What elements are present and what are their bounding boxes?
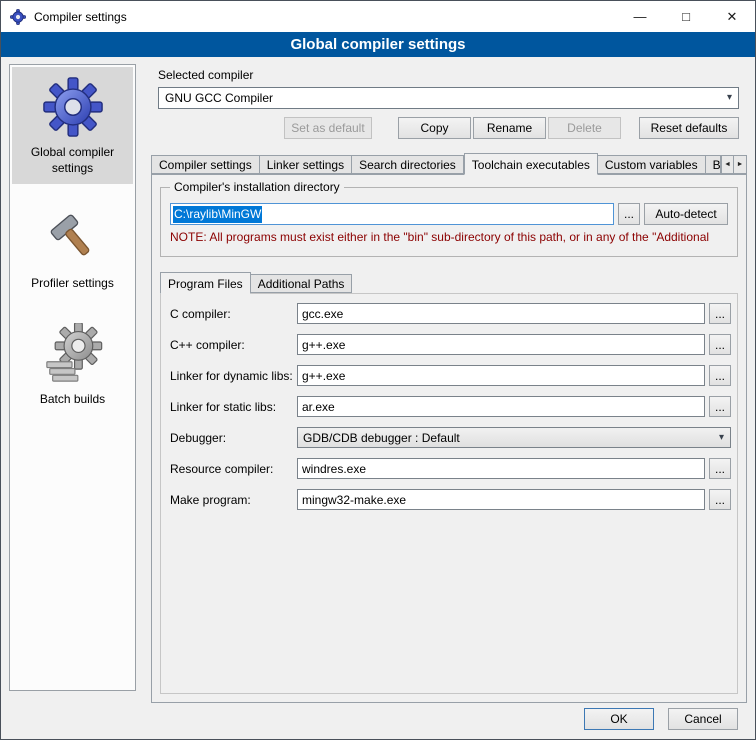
hammer-icon (41, 206, 105, 270)
dialog-header: Global compiler settings (1, 32, 755, 57)
tab-additional-paths[interactable]: Additional Paths (251, 274, 353, 293)
gear-gray-icon (41, 322, 105, 386)
dialog-header-title: Global compiler settings (290, 36, 465, 53)
compiler-select-value: GNU GCC Compiler (165, 91, 273, 105)
field-row-debugger: Debugger: GDB/CDB debugger : Default ▾ (170, 427, 731, 448)
sidebar-item-batch-builds[interactable]: Batch builds (12, 314, 133, 416)
debugger-select-value: GDB/CDB debugger : Default (303, 431, 460, 445)
linker-static-label: Linker for static libs: (170, 400, 297, 414)
field-row-c-compiler: C compiler: ... (170, 303, 731, 324)
field-row-make-program: Make program: ... (170, 489, 731, 510)
install-dir-browse-button[interactable]: ... (618, 203, 640, 225)
app-icon (10, 9, 26, 25)
program-files-pane: C compiler: ... C++ compiler: ... Linker… (160, 293, 738, 694)
tab-build-options[interactable]: Buil (706, 155, 721, 174)
make-program-input[interactable] (297, 489, 705, 510)
sidebar: Global compiler settings Profiler settin… (9, 64, 136, 691)
compiler-select[interactable]: GNU GCC Compiler ▾ (158, 87, 739, 109)
install-dir-note: NOTE: All programs must exist either in … (170, 230, 728, 244)
install-dir-groupbox: Compiler's installation directory C:\ray… (160, 187, 738, 257)
tab-scroll-right-icon[interactable]: ► (734, 155, 747, 174)
settings-tabs: Compiler settings Linker settings Search… (151, 152, 747, 174)
make-program-label: Make program: (170, 493, 297, 507)
titlebar: Compiler settings — □ ✕ (1, 1, 755, 32)
set-as-default-button: Set as default (284, 117, 372, 139)
debugger-select[interactable]: GDB/CDB debugger : Default ▾ (297, 427, 731, 448)
tab-search-directories[interactable]: Search directories (352, 155, 464, 174)
cpp-compiler-input[interactable] (297, 334, 705, 355)
cancel-button[interactable]: Cancel (668, 708, 738, 730)
program-tabs: Program Files Additional Paths (160, 271, 740, 293)
delete-button: Delete (548, 117, 621, 139)
install-dir-input[interactable]: C:\raylib\MinGW (170, 203, 614, 225)
tab-program-files[interactable]: Program Files (160, 272, 251, 294)
linker-dynamic-input[interactable] (297, 365, 705, 386)
tab-compiler-settings[interactable]: Compiler settings (151, 155, 260, 174)
resource-compiler-browse-button[interactable]: ... (709, 458, 731, 479)
sidebar-item-label: Profiler settings (31, 276, 114, 292)
tab-scroll-left-icon[interactable]: ◄ (721, 155, 734, 174)
debugger-label: Debugger: (170, 431, 297, 445)
c-compiler-input[interactable] (297, 303, 705, 324)
sidebar-item-label: Batch builds (40, 392, 105, 408)
compiler-buttons-row: Set as default Copy Rename Delete Reset … (158, 117, 739, 139)
field-row-linker-static: Linker for static libs: ... (170, 396, 731, 417)
reset-defaults-button[interactable]: Reset defaults (639, 117, 739, 139)
main-area: Selected compiler GNU GCC Compiler ▾ Set… (146, 64, 749, 691)
c-compiler-label: C compiler: (170, 307, 297, 321)
rename-button[interactable]: Rename (473, 117, 546, 139)
field-row-cpp-compiler: C++ compiler: ... (170, 334, 731, 355)
ok-button[interactable]: OK (584, 708, 654, 730)
tab-custom-variables[interactable]: Custom variables (598, 155, 706, 174)
resource-compiler-input[interactable] (297, 458, 705, 479)
window-title: Compiler settings (34, 10, 127, 24)
install-dir-selected-text: C:\raylib\MinGW (173, 206, 262, 223)
dialog-footer: OK Cancel (584, 708, 738, 730)
c-compiler-browse-button[interactable]: ... (709, 303, 731, 324)
cpp-compiler-browse-button[interactable]: ... (709, 334, 731, 355)
compiler-settings-window: Compiler settings — □ ✕ Global compiler … (0, 0, 756, 740)
linker-static-input[interactable] (297, 396, 705, 417)
field-row-resource-compiler: Resource compiler: ... (170, 458, 731, 479)
tab-toolchain-executables[interactable]: Toolchain executables (464, 153, 598, 175)
minimize-button[interactable]: — (617, 1, 663, 32)
cpp-compiler-label: C++ compiler: (170, 338, 297, 352)
autodetect-button[interactable]: Auto-detect (644, 203, 728, 225)
linker-dynamic-browse-button[interactable]: ... (709, 365, 731, 386)
selected-compiler-label: Selected compiler (158, 68, 749, 82)
tab-linker-settings[interactable]: Linker settings (260, 155, 352, 174)
tab-scroll-buttons: ◄ ► (721, 155, 747, 174)
make-program-browse-button[interactable]: ... (709, 489, 731, 510)
chevron-down-icon: ▾ (727, 92, 732, 103)
close-button[interactable]: ✕ (709, 1, 755, 32)
maximize-button[interactable]: □ (663, 1, 709, 32)
toolchain-executables-pane: Compiler's installation directory C:\ray… (151, 174, 747, 703)
sidebar-item-profiler-settings[interactable]: Profiler settings (12, 198, 133, 300)
sidebar-item-global-compiler-settings[interactable]: Global compiler settings (12, 67, 133, 184)
chevron-down-icon: ▾ (719, 431, 724, 442)
caption-buttons: — □ ✕ (617, 1, 755, 32)
copy-button[interactable]: Copy (398, 117, 471, 139)
install-dir-row: C:\raylib\MinGW ... Auto-detect (170, 203, 728, 225)
resource-compiler-label: Resource compiler: (170, 462, 297, 476)
linker-static-browse-button[interactable]: ... (709, 396, 731, 417)
install-dir-group-title: Compiler's installation directory (170, 180, 344, 194)
field-row-linker-dynamic: Linker for dynamic libs: ... (170, 365, 731, 386)
sidebar-item-label: Global compiler settings (14, 145, 131, 176)
linker-dynamic-label: Linker for dynamic libs: (170, 369, 297, 383)
gear-blue-icon (41, 75, 105, 139)
